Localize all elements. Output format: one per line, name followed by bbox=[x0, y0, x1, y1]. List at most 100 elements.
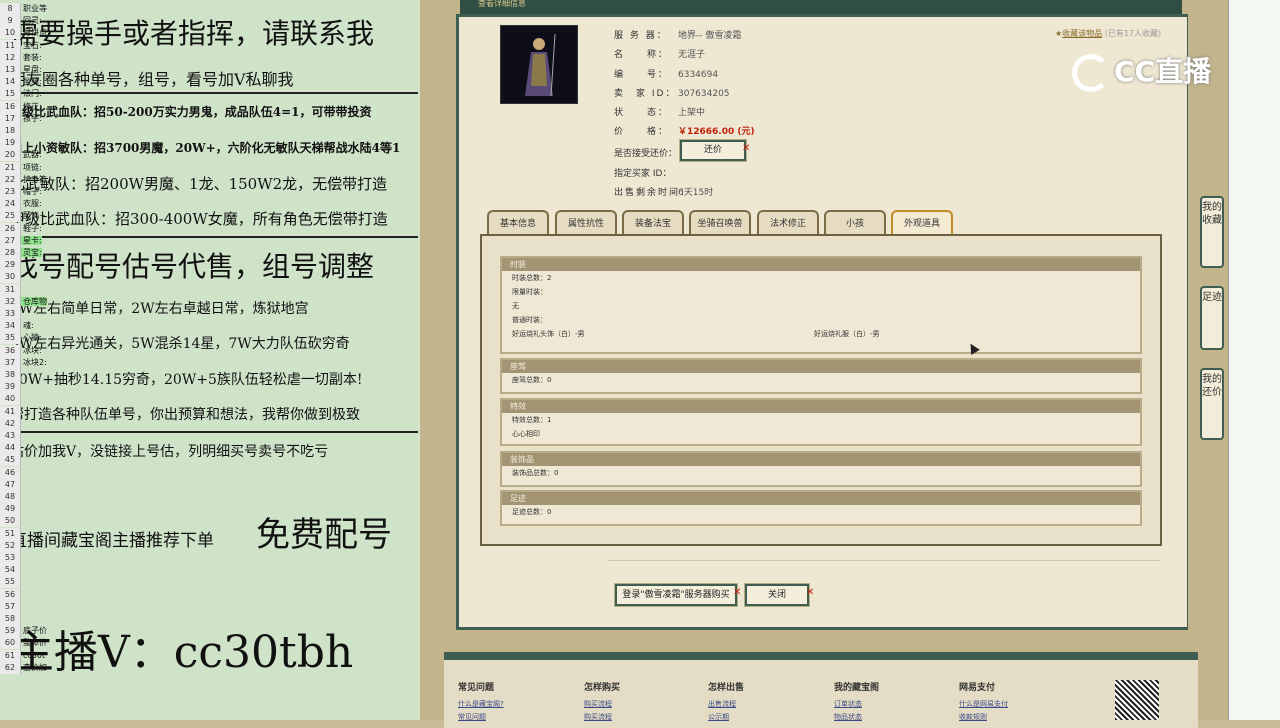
sheet-row[interactable]: 40 bbox=[0, 393, 52, 406]
favorite-link[interactable]: ★收藏该物品 (已有17人收藏) bbox=[1055, 28, 1161, 39]
sheet-row[interactable]: 34 魂: bbox=[0, 320, 52, 333]
cell-text: 衣服: bbox=[23, 199, 42, 209]
tab-equipment[interactable]: 装备法宝 bbox=[622, 210, 684, 234]
sheet-row[interactable]: 60 整体价 bbox=[0, 637, 52, 650]
row-number: 53 bbox=[0, 552, 21, 564]
sheet-row[interactable]: 54 bbox=[0, 564, 52, 577]
sheet-row[interactable]: 8 职业等 bbox=[0, 3, 52, 15]
sheet-row[interactable]: 16 修正: bbox=[0, 100, 52, 113]
footer-link[interactable]: 什么是网易支付 bbox=[959, 699, 1008, 709]
footer-link[interactable]: 什么是藏宝阁? bbox=[458, 699, 504, 709]
sheet-row[interactable]: 39 bbox=[0, 381, 52, 394]
footer-link[interactable]: 出售流程 bbox=[708, 699, 736, 709]
row-number: 28 bbox=[0, 247, 21, 259]
sheet-row[interactable]: 24 衣服: bbox=[0, 198, 52, 211]
sheet-row[interactable]: 19 bbox=[0, 137, 52, 150]
footer-link[interactable]: 物品状态 bbox=[834, 712, 862, 722]
footer-link[interactable]: 购买流程 bbox=[584, 712, 612, 722]
sheet-row[interactable]: 49 bbox=[0, 503, 52, 516]
row-number: 25 bbox=[0, 210, 21, 223]
row-number: 39 bbox=[0, 381, 21, 394]
sheet-row[interactable]: 15 法门: bbox=[0, 88, 52, 101]
tab-spell-mods[interactable]: 法术修正 bbox=[757, 210, 819, 234]
effect-total: 特效总数：1 bbox=[512, 416, 552, 424]
cc-live-watermark: CC直播 bbox=[1072, 50, 1211, 92]
ad-line-13: 免费配号 bbox=[256, 515, 392, 555]
sheet-row[interactable]: 62 查价加 bbox=[0, 661, 52, 674]
ad-divider bbox=[8, 236, 418, 238]
sheet-row[interactable]: 59 底子价 bbox=[0, 625, 52, 638]
row-number: 36 bbox=[0, 344, 21, 357]
sheet-row[interactable]: 52 bbox=[0, 539, 52, 552]
cell-text: 法门: bbox=[23, 89, 42, 99]
side-tab-my-bargain[interactable]: 我的还价 bbox=[1200, 368, 1224, 440]
sheet-row[interactable]: 53 bbox=[0, 552, 52, 564]
sheet-row[interactable]: 20 武器: bbox=[0, 149, 52, 162]
cell-text: 冰块2: bbox=[23, 357, 47, 367]
sheet-row[interactable]: 25 配饰+ bbox=[0, 210, 52, 223]
sheet-row[interactable]: 30 bbox=[0, 271, 52, 284]
sheet-row[interactable]: 21 项链: bbox=[0, 161, 52, 174]
sheet-row[interactable]: 27 星卡: bbox=[0, 234, 52, 247]
close-button[interactable]: 关闭 bbox=[745, 584, 809, 606]
sheet-row[interactable]: 50 bbox=[0, 515, 52, 528]
row-number: 20 bbox=[0, 149, 21, 162]
cell-text bbox=[21, 468, 23, 477]
sheet-row[interactable]: 12 套装: bbox=[0, 51, 52, 64]
tab-mounts-pets[interactable]: 坐骑召唤兽 bbox=[689, 210, 751, 234]
sheet-row[interactable]: 43 bbox=[0, 430, 52, 442]
sheet-row[interactable]: 55 bbox=[0, 576, 52, 589]
sheet-row[interactable]: 51 bbox=[0, 527, 52, 540]
tab-basic-info[interactable]: 基本信息 bbox=[487, 210, 549, 234]
sheet-row[interactable]: 57 bbox=[0, 600, 52, 613]
sheet-row[interactable]: 18 bbox=[0, 125, 52, 137]
footer-link[interactable]: 订单状态 bbox=[834, 699, 862, 709]
sheet-row[interactable]: 35 心猿: bbox=[0, 332, 52, 345]
row-number: 26 bbox=[0, 222, 21, 235]
sheet-row[interactable]: 42 bbox=[0, 417, 52, 430]
footer-link[interactable]: 购买流程 bbox=[584, 699, 612, 709]
sheet-row[interactable]: 38 bbox=[0, 369, 52, 381]
sheet-row[interactable]: 17 孩子: bbox=[0, 112, 52, 125]
sheet-row[interactable]: 29 bbox=[0, 259, 52, 272]
sheet-row[interactable]: 48 bbox=[0, 491, 52, 503]
sheet-row[interactable]: 9 回灵: bbox=[0, 15, 52, 28]
sheet-row[interactable]: 47 bbox=[0, 478, 52, 491]
cell-text bbox=[21, 541, 23, 550]
sheet-row[interactable]: 33 bbox=[0, 308, 52, 320]
sheet-row[interactable]: 13 星盘: bbox=[0, 64, 52, 76]
sheet-row[interactable]: 26 鞋子: bbox=[0, 222, 52, 235]
sheet-row[interactable]: 44 bbox=[0, 442, 52, 455]
row-number: 48 bbox=[0, 491, 21, 503]
tab-appearance[interactable]: 外观道具 bbox=[891, 210, 953, 234]
sheet-row[interactable]: 46 bbox=[0, 466, 52, 479]
sheet-row[interactable]: 36 冰块: bbox=[0, 344, 52, 357]
footer-link[interactable]: 收款规则 bbox=[959, 712, 987, 722]
sheet-row[interactable]: 45 bbox=[0, 454, 52, 467]
sheet-row[interactable]: 10 月饼点 bbox=[0, 27, 52, 40]
sheet-row[interactable]: 56 bbox=[0, 588, 52, 601]
sheet-row[interactable]: 32 仓库物 bbox=[0, 295, 52, 308]
bargain-button[interactable]: 还价 bbox=[680, 140, 746, 161]
sheet-row[interactable]: 61 cc30t bbox=[0, 649, 52, 662]
footer-link[interactable]: 公示期 bbox=[708, 712, 729, 722]
sheet-row[interactable]: 28 灵宝: bbox=[0, 247, 52, 259]
tab-children[interactable]: 小孩 bbox=[824, 210, 886, 234]
tab-attributes[interactable]: 属性抗性 bbox=[555, 210, 617, 234]
sheet-row[interactable]: 58 bbox=[0, 613, 52, 625]
effect-item: 心心相印 bbox=[512, 430, 540, 438]
sheet-row[interactable]: 11 宝石: bbox=[0, 39, 52, 52]
sheet-row[interactable]: 41 bbox=[0, 405, 52, 418]
sheet-row[interactable]: 23 帽子: bbox=[0, 186, 52, 198]
side-tab-footprint[interactable]: 足迹 bbox=[1200, 286, 1224, 350]
side-tab-favorites[interactable]: 我的收藏 bbox=[1200, 196, 1224, 268]
login-buy-button[interactable]: 登录"傲雪凌霜"服务器购买 bbox=[615, 584, 737, 606]
sheet-row[interactable]: 31 bbox=[0, 283, 52, 296]
footer-link[interactable]: 常见问题 bbox=[458, 712, 486, 722]
cell-text: 帽子: bbox=[23, 187, 42, 196]
ad-divider bbox=[8, 92, 418, 94]
sheet-row[interactable]: 37 冰块2: bbox=[0, 356, 52, 369]
sheet-row[interactable]: 14 坐骑: bbox=[0, 76, 52, 89]
cell-text: 项链: bbox=[23, 162, 42, 172]
sheet-row[interactable]: 22 护身符 bbox=[0, 173, 52, 186]
